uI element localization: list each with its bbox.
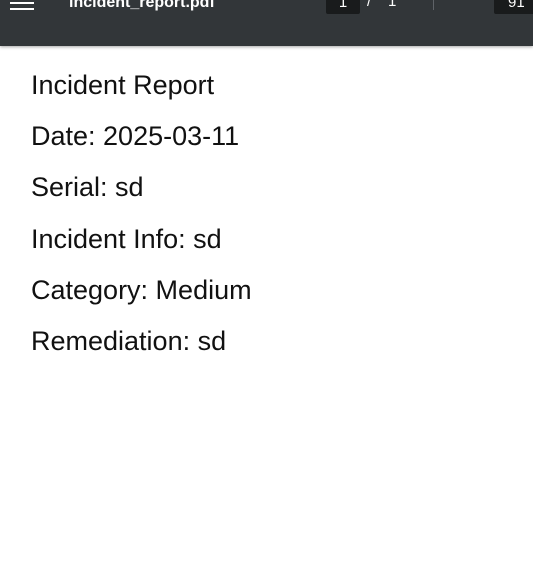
report-remediation: Remediation: sd: [31, 326, 227, 356]
toolbar-divider: [433, 0, 434, 10]
report-category: Category: Medium: [31, 275, 252, 305]
zoom-input[interactable]: 91: [494, 0, 533, 14]
minus-icon[interactable]: [455, 0, 473, 8]
page-separator: /: [367, 0, 372, 10]
pdf-toolbar: incident_report.pdf 1 / 1 91: [0, 0, 533, 46]
report-date: Date: 2025-03-11: [31, 121, 240, 151]
document-page: Incident Report Date: 2025-03-11 Serial:…: [0, 46, 533, 575]
report-incident-info: Incident Info: sd: [31, 224, 222, 254]
report-serial: Serial: sd: [31, 172, 144, 202]
report-title: Incident Report: [31, 70, 215, 100]
menu-icon[interactable]: [10, 0, 34, 14]
menu-icon-bar-bottom: [10, 8, 34, 10]
page-number-input[interactable]: 1: [326, 0, 360, 14]
page-total: 1: [388, 0, 397, 10]
file-title: incident_report.pdf: [69, 0, 215, 11]
menu-icon-bar-middle: [10, 2, 34, 4]
